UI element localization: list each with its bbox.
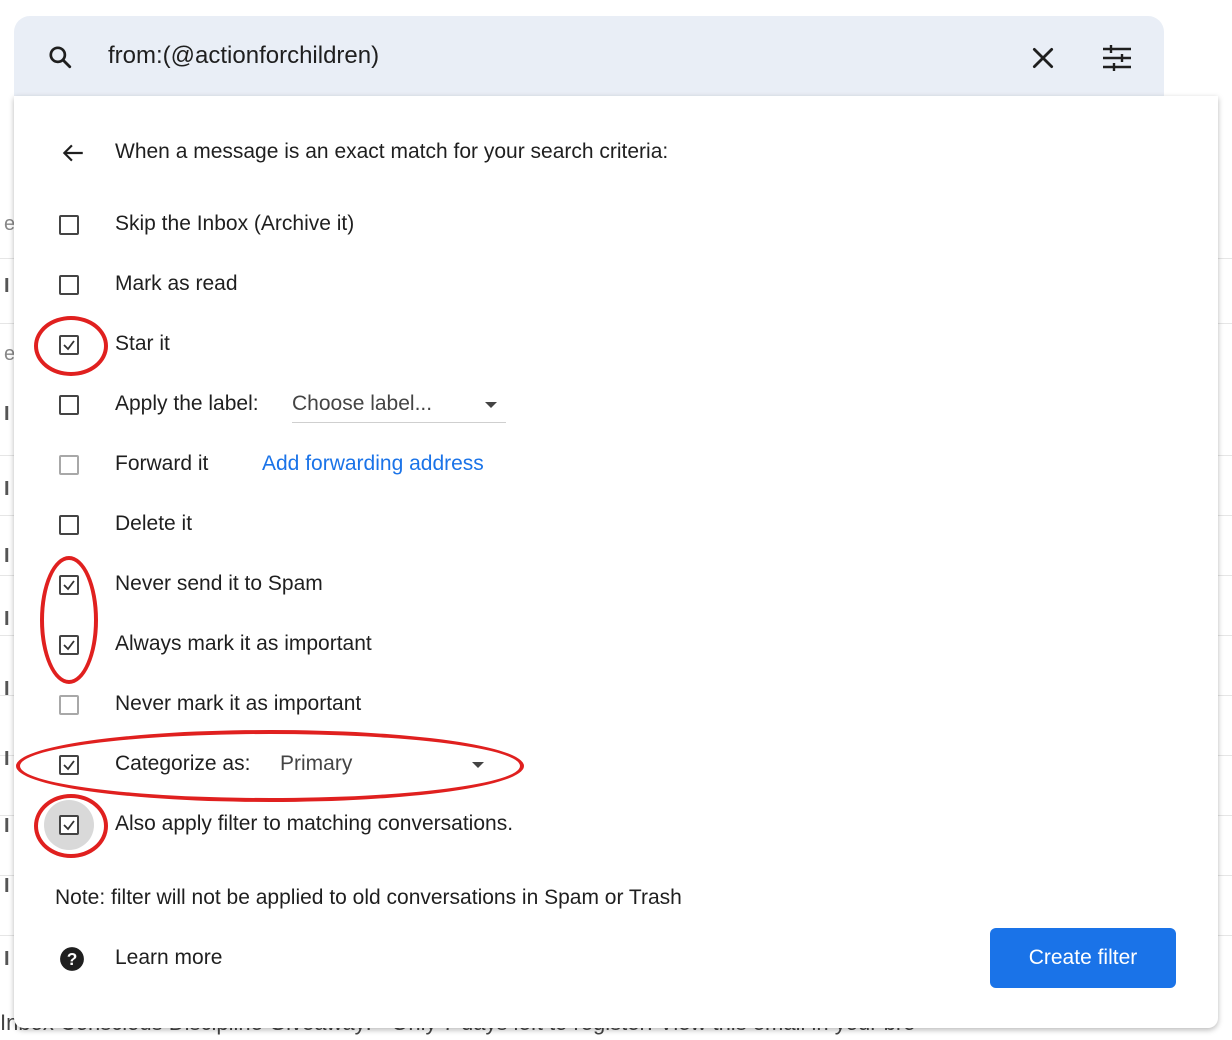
delete-checkbox[interactable]: [59, 515, 79, 535]
always-important-label: Always mark it as important: [115, 632, 372, 655]
mark-read-label: Mark as read: [115, 272, 238, 295]
categorize-checkbox[interactable]: [59, 755, 79, 775]
learn-more-link[interactable]: Learn more: [115, 946, 222, 970]
star-it-checkbox[interactable]: [59, 335, 79, 355]
help-icon: ?: [60, 947, 84, 971]
label-select-value: Choose label...: [292, 392, 433, 415]
category-select-value: Primary: [280, 752, 353, 775]
category-select[interactable]: Primary: [280, 752, 494, 782]
categorize-label: Categorize as:: [115, 752, 251, 775]
forward-label: Forward it: [115, 452, 209, 475]
svg-text:?: ?: [67, 949, 78, 969]
search-icon[interactable]: [47, 44, 73, 70]
apply-label-checkbox[interactable]: [59, 395, 79, 415]
forward-checkbox[interactable]: [59, 455, 79, 475]
label-select[interactable]: Choose label...: [292, 392, 506, 423]
apply-existing-label: Also apply filter to matching conversati…: [115, 812, 514, 835]
filter-note: Note: filter will not be applied to old …: [55, 886, 682, 909]
star-it-label: Star it: [115, 332, 170, 355]
never-spam-checkbox[interactable]: [59, 575, 79, 595]
create-filter-button[interactable]: Create filter: [990, 928, 1176, 988]
mark-read-checkbox[interactable]: [59, 275, 79, 295]
delete-label: Delete it: [115, 512, 193, 535]
apply-label-label: Apply the label:: [115, 392, 259, 415]
filter-header: When a message is an exact match for you…: [115, 140, 669, 163]
always-important-checkbox[interactable]: [59, 635, 79, 655]
never-important-checkbox[interactable]: [59, 695, 79, 715]
apply-existing-checkbox[interactable]: [59, 815, 79, 835]
close-icon[interactable]: [1030, 45, 1056, 71]
add-forwarding-address-link[interactable]: Add forwarding address: [262, 452, 484, 476]
never-important-label: Never mark it as important: [115, 692, 362, 715]
skip-inbox-label: Skip the Inbox (Archive it): [115, 212, 355, 235]
search-input[interactable]: from:(@actionforchildren): [108, 42, 379, 70]
never-spam-label: Never send it to Spam: [115, 572, 323, 595]
chevron-down-icon: [485, 402, 497, 408]
search-options-icon[interactable]: [1100, 43, 1134, 73]
skip-inbox-checkbox[interactable]: [59, 215, 79, 235]
back-arrow-icon[interactable]: [60, 140, 86, 166]
chevron-down-icon: [472, 762, 484, 768]
